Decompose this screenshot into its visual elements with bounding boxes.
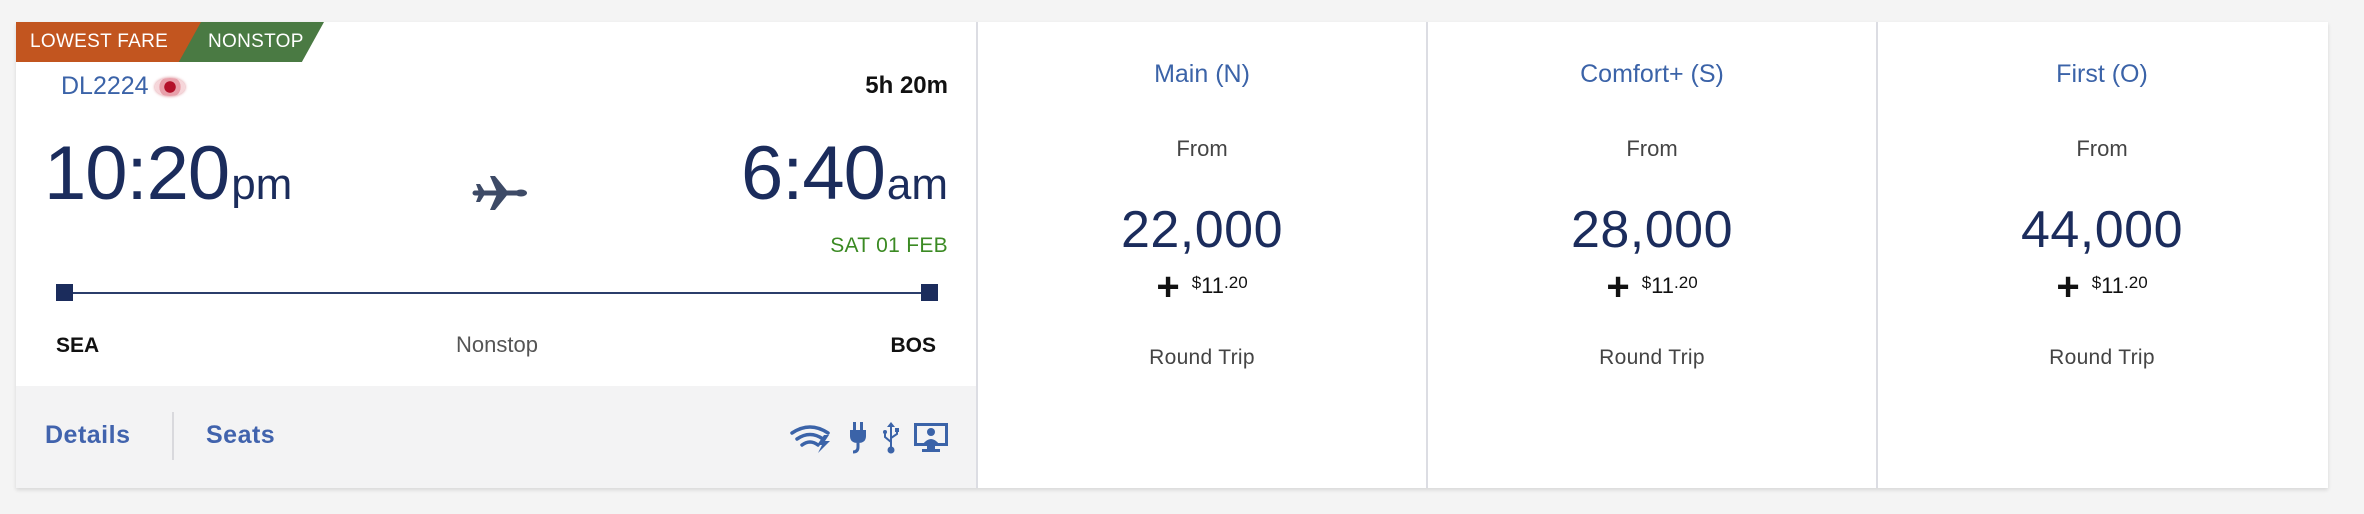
tax-amount: $11.20 bbox=[1642, 270, 1698, 299]
seats-link[interactable]: Seats bbox=[206, 421, 275, 450]
flight-number[interactable]: DL2224 bbox=[61, 72, 149, 101]
tax-whole: 11 bbox=[2101, 273, 2125, 298]
tax-currency: $ bbox=[1641, 273, 1652, 292]
trip-type: Round Trip bbox=[2049, 346, 2155, 369]
fare-from-label: From bbox=[1176, 136, 1228, 161]
fare-class-name: Comfort+ (S) bbox=[1580, 60, 1724, 88]
arrival-time: 6:40am bbox=[741, 130, 948, 217]
fare-miles: 44,000 bbox=[2020, 201, 2184, 259]
flight-summary: LOWEST FARE NONSTOP DL2224 5h 20m 10:20p… bbox=[16, 22, 978, 488]
fare-miles: 28,000 bbox=[1570, 201, 1734, 259]
departure-time-value: 10:20 bbox=[44, 131, 230, 216]
fare-option-main[interactable]: Main (N) From 22,000 + $11.20 Round Trip bbox=[978, 22, 1428, 488]
seatback-entertainment-icon bbox=[914, 423, 948, 453]
origin-marker bbox=[56, 284, 73, 301]
tax-currency: $ bbox=[2091, 273, 2102, 292]
arrival-time-value: 6:40 bbox=[740, 131, 886, 216]
flight-duration: 5h 20m bbox=[865, 72, 948, 99]
red-eye-icon bbox=[154, 77, 185, 96]
fare-miles: 22,000 bbox=[1120, 201, 1284, 259]
details-link[interactable]: Details bbox=[45, 421, 130, 450]
tax-currency: $ bbox=[1191, 273, 1202, 292]
fare-from-label: From bbox=[2076, 136, 2128, 161]
usb-icon bbox=[882, 422, 900, 454]
wifi-icon bbox=[790, 423, 834, 453]
tax-whole: 11 bbox=[1651, 273, 1675, 298]
flight-footer: Details Seats bbox=[16, 386, 976, 488]
fare-taxes: + $11.20 bbox=[978, 265, 1426, 309]
stops-label: Nonstop bbox=[456, 332, 538, 357]
destination-marker bbox=[921, 284, 938, 301]
airplane-icon bbox=[471, 170, 529, 216]
fare-option-comfort-plus[interactable]: Comfort+ (S) From 28,000 + $11.20 Round … bbox=[1428, 22, 1878, 488]
plus-icon: + bbox=[1606, 265, 1630, 309]
trip-type: Round Trip bbox=[1149, 346, 1255, 369]
departure-time: 10:20pm bbox=[44, 130, 292, 217]
tax-cents: .20 bbox=[1674, 273, 1698, 292]
fare-taxes: + $11.20 bbox=[1428, 265, 1876, 309]
tax-whole: 11 bbox=[1201, 273, 1225, 298]
flight-result-card: LOWEST FARE NONSTOP DL2224 5h 20m 10:20p… bbox=[16, 22, 2328, 488]
arrival-date: SAT 01 FEB bbox=[830, 234, 948, 257]
flight-number-link[interactable]: DL2224 bbox=[61, 72, 185, 101]
tax-amount: $11.20 bbox=[1192, 270, 1248, 299]
destination-code: BOS bbox=[890, 334, 936, 357]
departure-ampm: pm bbox=[231, 160, 293, 209]
fare-class-name: First (O) bbox=[2056, 60, 2148, 88]
trip-type: Round Trip bbox=[1599, 346, 1705, 369]
fare-option-first[interactable]: First (O) From 44,000 + $11.20 Round Tri… bbox=[1878, 22, 2326, 488]
fare-taxes: + $11.20 bbox=[1878, 265, 2326, 309]
fare-class-name: Main (N) bbox=[1154, 60, 1250, 88]
tax-cents: .20 bbox=[2124, 273, 2148, 292]
arrival-ampm: am bbox=[886, 160, 948, 209]
plus-icon: + bbox=[2056, 265, 2080, 309]
amenities bbox=[790, 422, 948, 454]
plus-icon: + bbox=[1156, 265, 1180, 309]
tax-amount: $11.20 bbox=[2092, 270, 2148, 299]
route-segment bbox=[64, 292, 930, 294]
route-line bbox=[56, 280, 938, 306]
footer-divider bbox=[172, 412, 174, 460]
lowest-fare-badge: LOWEST FARE bbox=[16, 22, 201, 62]
power-icon bbox=[848, 422, 868, 454]
fare-from-label: From bbox=[1626, 136, 1678, 161]
tax-cents: .20 bbox=[1224, 273, 1248, 292]
